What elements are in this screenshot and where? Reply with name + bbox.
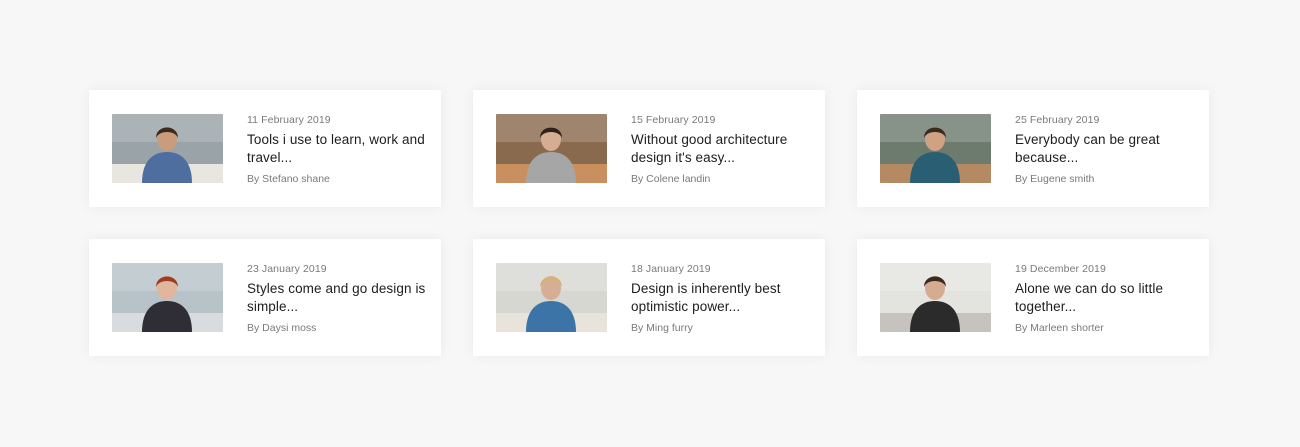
post-meta: 18 January 2019 Design is inherently bes… bbox=[631, 262, 816, 335]
man-with-glasses-reviewing-papers-image bbox=[112, 114, 223, 183]
post-thumbnail[interactable] bbox=[496, 263, 607, 332]
blog-post-card[interactable]: 25 February 2019 Everybody can be great … bbox=[857, 90, 1209, 207]
post-author-link[interactable]: By Daysi moss bbox=[247, 321, 432, 335]
post-thumbnail[interactable] bbox=[496, 114, 607, 183]
post-date: 25 February 2019 bbox=[1015, 114, 1100, 126]
post-date: 23 January 2019 bbox=[247, 263, 327, 275]
post-title-link[interactable]: Without good architecture design it's ea… bbox=[631, 131, 816, 166]
blog-post-card[interactable]: 18 January 2019 Design is inherently bes… bbox=[473, 239, 825, 356]
post-author-link[interactable]: By Stefano shane bbox=[247, 172, 432, 186]
post-date: 11 February 2019 bbox=[247, 114, 331, 126]
post-author-link[interactable]: By Eugene smith bbox=[1015, 172, 1200, 186]
post-title-link[interactable]: Styles come and go design is simple... bbox=[247, 280, 432, 315]
two-women-at-laptop-image bbox=[112, 263, 223, 332]
two-men-having-coffee-image bbox=[880, 114, 991, 183]
post-title-link[interactable]: Everybody can be great because... bbox=[1015, 131, 1200, 166]
post-date: 19 December 2019 bbox=[1015, 263, 1106, 275]
post-author-link[interactable]: By Ming furry bbox=[631, 321, 816, 335]
woman-in-cafe-with-phone-image bbox=[496, 114, 607, 183]
post-meta: 11 February 2019 Tools i use to learn, w… bbox=[247, 113, 432, 186]
post-meta: 25 February 2019 Everybody can be great … bbox=[1015, 113, 1200, 186]
post-thumbnail[interactable] bbox=[112, 263, 223, 332]
blog-post-card[interactable]: 15 February 2019 Without good architectu… bbox=[473, 90, 825, 207]
post-thumbnail[interactable] bbox=[880, 114, 991, 183]
blog-post-card[interactable]: 11 February 2019 Tools i use to learn, w… bbox=[89, 90, 441, 207]
post-meta: 19 December 2019 Alone we can do so litt… bbox=[1015, 262, 1200, 335]
post-thumbnail[interactable] bbox=[112, 114, 223, 183]
doctor-with-patient-image bbox=[496, 263, 607, 332]
blog-post-card[interactable]: 19 December 2019 Alone we can do so litt… bbox=[857, 239, 1209, 356]
post-title-link[interactable]: Design is inherently best optimistic pow… bbox=[631, 280, 816, 315]
woman-drinking-coffee-image bbox=[880, 263, 991, 332]
post-author-link[interactable]: By Marleen shorter bbox=[1015, 321, 1200, 335]
blog-post-card[interactable]: 23 January 2019 Styles come and go desig… bbox=[89, 239, 441, 356]
post-title-link[interactable]: Alone we can do so little together... bbox=[1015, 280, 1200, 315]
post-meta: 23 January 2019 Styles come and go desig… bbox=[247, 262, 432, 335]
post-date: 15 February 2019 bbox=[631, 114, 716, 126]
post-title-link[interactable]: Tools i use to learn, work and travel... bbox=[247, 131, 432, 166]
post-date: 18 January 2019 bbox=[631, 263, 711, 275]
post-meta: 15 February 2019 Without good architectu… bbox=[631, 113, 816, 186]
post-thumbnail[interactable] bbox=[880, 263, 991, 332]
post-author-link[interactable]: By Colene landin bbox=[631, 172, 816, 186]
blog-post-grid: 11 February 2019 Tools i use to learn, w… bbox=[89, 90, 1210, 356]
